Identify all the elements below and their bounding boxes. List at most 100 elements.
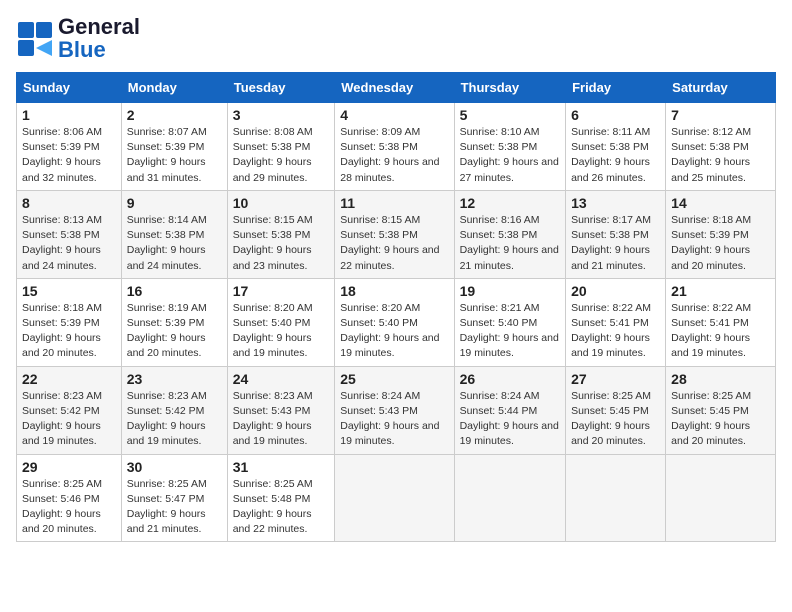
weekday-header: Sunday: [17, 73, 122, 103]
calendar-day: [566, 454, 666, 542]
day-info: Sunrise: 8:24 AMSunset: 5:44 PMDaylight:…: [460, 390, 559, 448]
day-number: 10: [233, 195, 330, 211]
calendar-week: 22 Sunrise: 8:23 AMSunset: 5:42 PMDaylig…: [17, 366, 776, 454]
logo: GeneralBlue: [16, 16, 140, 62]
day-info: Sunrise: 8:14 AMSunset: 5:38 PMDaylight:…: [127, 214, 207, 272]
day-number: 21: [671, 283, 770, 299]
calendar-day: 25 Sunrise: 8:24 AMSunset: 5:43 PMDaylig…: [335, 366, 454, 454]
calendar-week: 8 Sunrise: 8:13 AMSunset: 5:38 PMDayligh…: [17, 190, 776, 278]
calendar-day: 31 Sunrise: 8:25 AMSunset: 5:48 PMDaylig…: [227, 454, 335, 542]
calendar-day: 28 Sunrise: 8:25 AMSunset: 5:45 PMDaylig…: [666, 366, 776, 454]
day-info: Sunrise: 8:23 AMSunset: 5:42 PMDaylight:…: [22, 390, 102, 448]
day-number: 19: [460, 283, 560, 299]
day-number: 24: [233, 371, 330, 387]
calendar-day: 9 Sunrise: 8:14 AMSunset: 5:38 PMDayligh…: [121, 190, 227, 278]
day-number: 13: [571, 195, 660, 211]
day-info: Sunrise: 8:18 AMSunset: 5:39 PMDaylight:…: [22, 302, 102, 360]
calendar-day: 8 Sunrise: 8:13 AMSunset: 5:38 PMDayligh…: [17, 190, 122, 278]
day-number: 26: [460, 371, 560, 387]
day-info: Sunrise: 8:10 AMSunset: 5:38 PMDaylight:…: [460, 126, 559, 184]
day-info: Sunrise: 8:07 AMSunset: 5:39 PMDaylight:…: [127, 126, 207, 184]
calendar-day: 23 Sunrise: 8:23 AMSunset: 5:42 PMDaylig…: [121, 366, 227, 454]
day-info: Sunrise: 8:17 AMSunset: 5:38 PMDaylight:…: [571, 214, 651, 272]
day-info: Sunrise: 8:20 AMSunset: 5:40 PMDaylight:…: [340, 302, 439, 360]
logo-icon: [16, 20, 54, 58]
day-number: 25: [340, 371, 448, 387]
day-number: 31: [233, 459, 330, 475]
day-info: Sunrise: 8:19 AMSunset: 5:39 PMDaylight:…: [127, 302, 207, 360]
day-info: Sunrise: 8:25 AMSunset: 5:45 PMDaylight:…: [571, 390, 651, 448]
day-number: 9: [127, 195, 222, 211]
day-info: Sunrise: 8:16 AMSunset: 5:38 PMDaylight:…: [460, 214, 559, 272]
calendar-day: 1 Sunrise: 8:06 AMSunset: 5:39 PMDayligh…: [17, 103, 122, 191]
calendar-day: 12 Sunrise: 8:16 AMSunset: 5:38 PMDaylig…: [454, 190, 565, 278]
weekday-header: Saturday: [666, 73, 776, 103]
logo-text: GeneralBlue: [58, 14, 140, 62]
day-info: Sunrise: 8:15 AMSunset: 5:38 PMDaylight:…: [340, 214, 439, 272]
day-number: 1: [22, 107, 116, 123]
calendar-day: 18 Sunrise: 8:20 AMSunset: 5:40 PMDaylig…: [335, 278, 454, 366]
day-info: Sunrise: 8:23 AMSunset: 5:42 PMDaylight:…: [127, 390, 207, 448]
day-info: Sunrise: 8:21 AMSunset: 5:40 PMDaylight:…: [460, 302, 559, 360]
calendar-day: 11 Sunrise: 8:15 AMSunset: 5:38 PMDaylig…: [335, 190, 454, 278]
day-number: 30: [127, 459, 222, 475]
calendar-day: 3 Sunrise: 8:08 AMSunset: 5:38 PMDayligh…: [227, 103, 335, 191]
calendar-week: 29 Sunrise: 8:25 AMSunset: 5:46 PMDaylig…: [17, 454, 776, 542]
day-info: Sunrise: 8:23 AMSunset: 5:43 PMDaylight:…: [233, 390, 313, 448]
day-number: 3: [233, 107, 330, 123]
calendar-day: 4 Sunrise: 8:09 AMSunset: 5:38 PMDayligh…: [335, 103, 454, 191]
calendar-day: 27 Sunrise: 8:25 AMSunset: 5:45 PMDaylig…: [566, 366, 666, 454]
day-info: Sunrise: 8:06 AMSunset: 5:39 PMDaylight:…: [22, 126, 102, 184]
weekday-header: Monday: [121, 73, 227, 103]
day-info: Sunrise: 8:24 AMSunset: 5:43 PMDaylight:…: [340, 390, 439, 448]
weekday-header: Friday: [566, 73, 666, 103]
day-info: Sunrise: 8:12 AMSunset: 5:38 PMDaylight:…: [671, 126, 751, 184]
day-number: 5: [460, 107, 560, 123]
calendar-day: 13 Sunrise: 8:17 AMSunset: 5:38 PMDaylig…: [566, 190, 666, 278]
day-number: 2: [127, 107, 222, 123]
calendar-day: [454, 454, 565, 542]
calendar-table: SundayMondayTuesdayWednesdayThursdayFrid…: [16, 72, 776, 542]
calendar-day: 7 Sunrise: 8:12 AMSunset: 5:38 PMDayligh…: [666, 103, 776, 191]
day-number: 14: [671, 195, 770, 211]
day-number: 17: [233, 283, 330, 299]
calendar-day: 17 Sunrise: 8:20 AMSunset: 5:40 PMDaylig…: [227, 278, 335, 366]
day-number: 6: [571, 107, 660, 123]
day-number: 28: [671, 371, 770, 387]
day-number: 18: [340, 283, 448, 299]
calendar-day: 14 Sunrise: 8:18 AMSunset: 5:39 PMDaylig…: [666, 190, 776, 278]
day-info: Sunrise: 8:25 AMSunset: 5:46 PMDaylight:…: [22, 478, 102, 536]
calendar-day: 19 Sunrise: 8:21 AMSunset: 5:40 PMDaylig…: [454, 278, 565, 366]
weekday-header: Thursday: [454, 73, 565, 103]
calendar-day: 15 Sunrise: 8:18 AMSunset: 5:39 PMDaylig…: [17, 278, 122, 366]
day-number: 12: [460, 195, 560, 211]
weekday-header: Wednesday: [335, 73, 454, 103]
day-info: Sunrise: 8:25 AMSunset: 5:47 PMDaylight:…: [127, 478, 207, 536]
day-number: 29: [22, 459, 116, 475]
calendar-day: 5 Sunrise: 8:10 AMSunset: 5:38 PMDayligh…: [454, 103, 565, 191]
calendar-day: [666, 454, 776, 542]
day-number: 27: [571, 371, 660, 387]
calendar-week: 1 Sunrise: 8:06 AMSunset: 5:39 PMDayligh…: [17, 103, 776, 191]
day-number: 4: [340, 107, 448, 123]
calendar-day: 22 Sunrise: 8:23 AMSunset: 5:42 PMDaylig…: [17, 366, 122, 454]
header: GeneralBlue: [16, 16, 776, 62]
day-number: 23: [127, 371, 222, 387]
day-number: 22: [22, 371, 116, 387]
day-info: Sunrise: 8:11 AMSunset: 5:38 PMDaylight:…: [571, 126, 650, 184]
calendar-day: 30 Sunrise: 8:25 AMSunset: 5:47 PMDaylig…: [121, 454, 227, 542]
calendar-day: 26 Sunrise: 8:24 AMSunset: 5:44 PMDaylig…: [454, 366, 565, 454]
day-info: Sunrise: 8:18 AMSunset: 5:39 PMDaylight:…: [671, 214, 751, 272]
calendar-day: 20 Sunrise: 8:22 AMSunset: 5:41 PMDaylig…: [566, 278, 666, 366]
calendar-day: 29 Sunrise: 8:25 AMSunset: 5:46 PMDaylig…: [17, 454, 122, 542]
calendar-day: 16 Sunrise: 8:19 AMSunset: 5:39 PMDaylig…: [121, 278, 227, 366]
calendar-week: 15 Sunrise: 8:18 AMSunset: 5:39 PMDaylig…: [17, 278, 776, 366]
day-number: 11: [340, 195, 448, 211]
day-info: Sunrise: 8:22 AMSunset: 5:41 PMDaylight:…: [571, 302, 651, 360]
day-info: Sunrise: 8:15 AMSunset: 5:38 PMDaylight:…: [233, 214, 313, 272]
day-number: 7: [671, 107, 770, 123]
calendar-day: 2 Sunrise: 8:07 AMSunset: 5:39 PMDayligh…: [121, 103, 227, 191]
day-info: Sunrise: 8:08 AMSunset: 5:38 PMDaylight:…: [233, 126, 313, 184]
calendar-day: 21 Sunrise: 8:22 AMSunset: 5:41 PMDaylig…: [666, 278, 776, 366]
day-info: Sunrise: 8:13 AMSunset: 5:38 PMDaylight:…: [22, 214, 102, 272]
